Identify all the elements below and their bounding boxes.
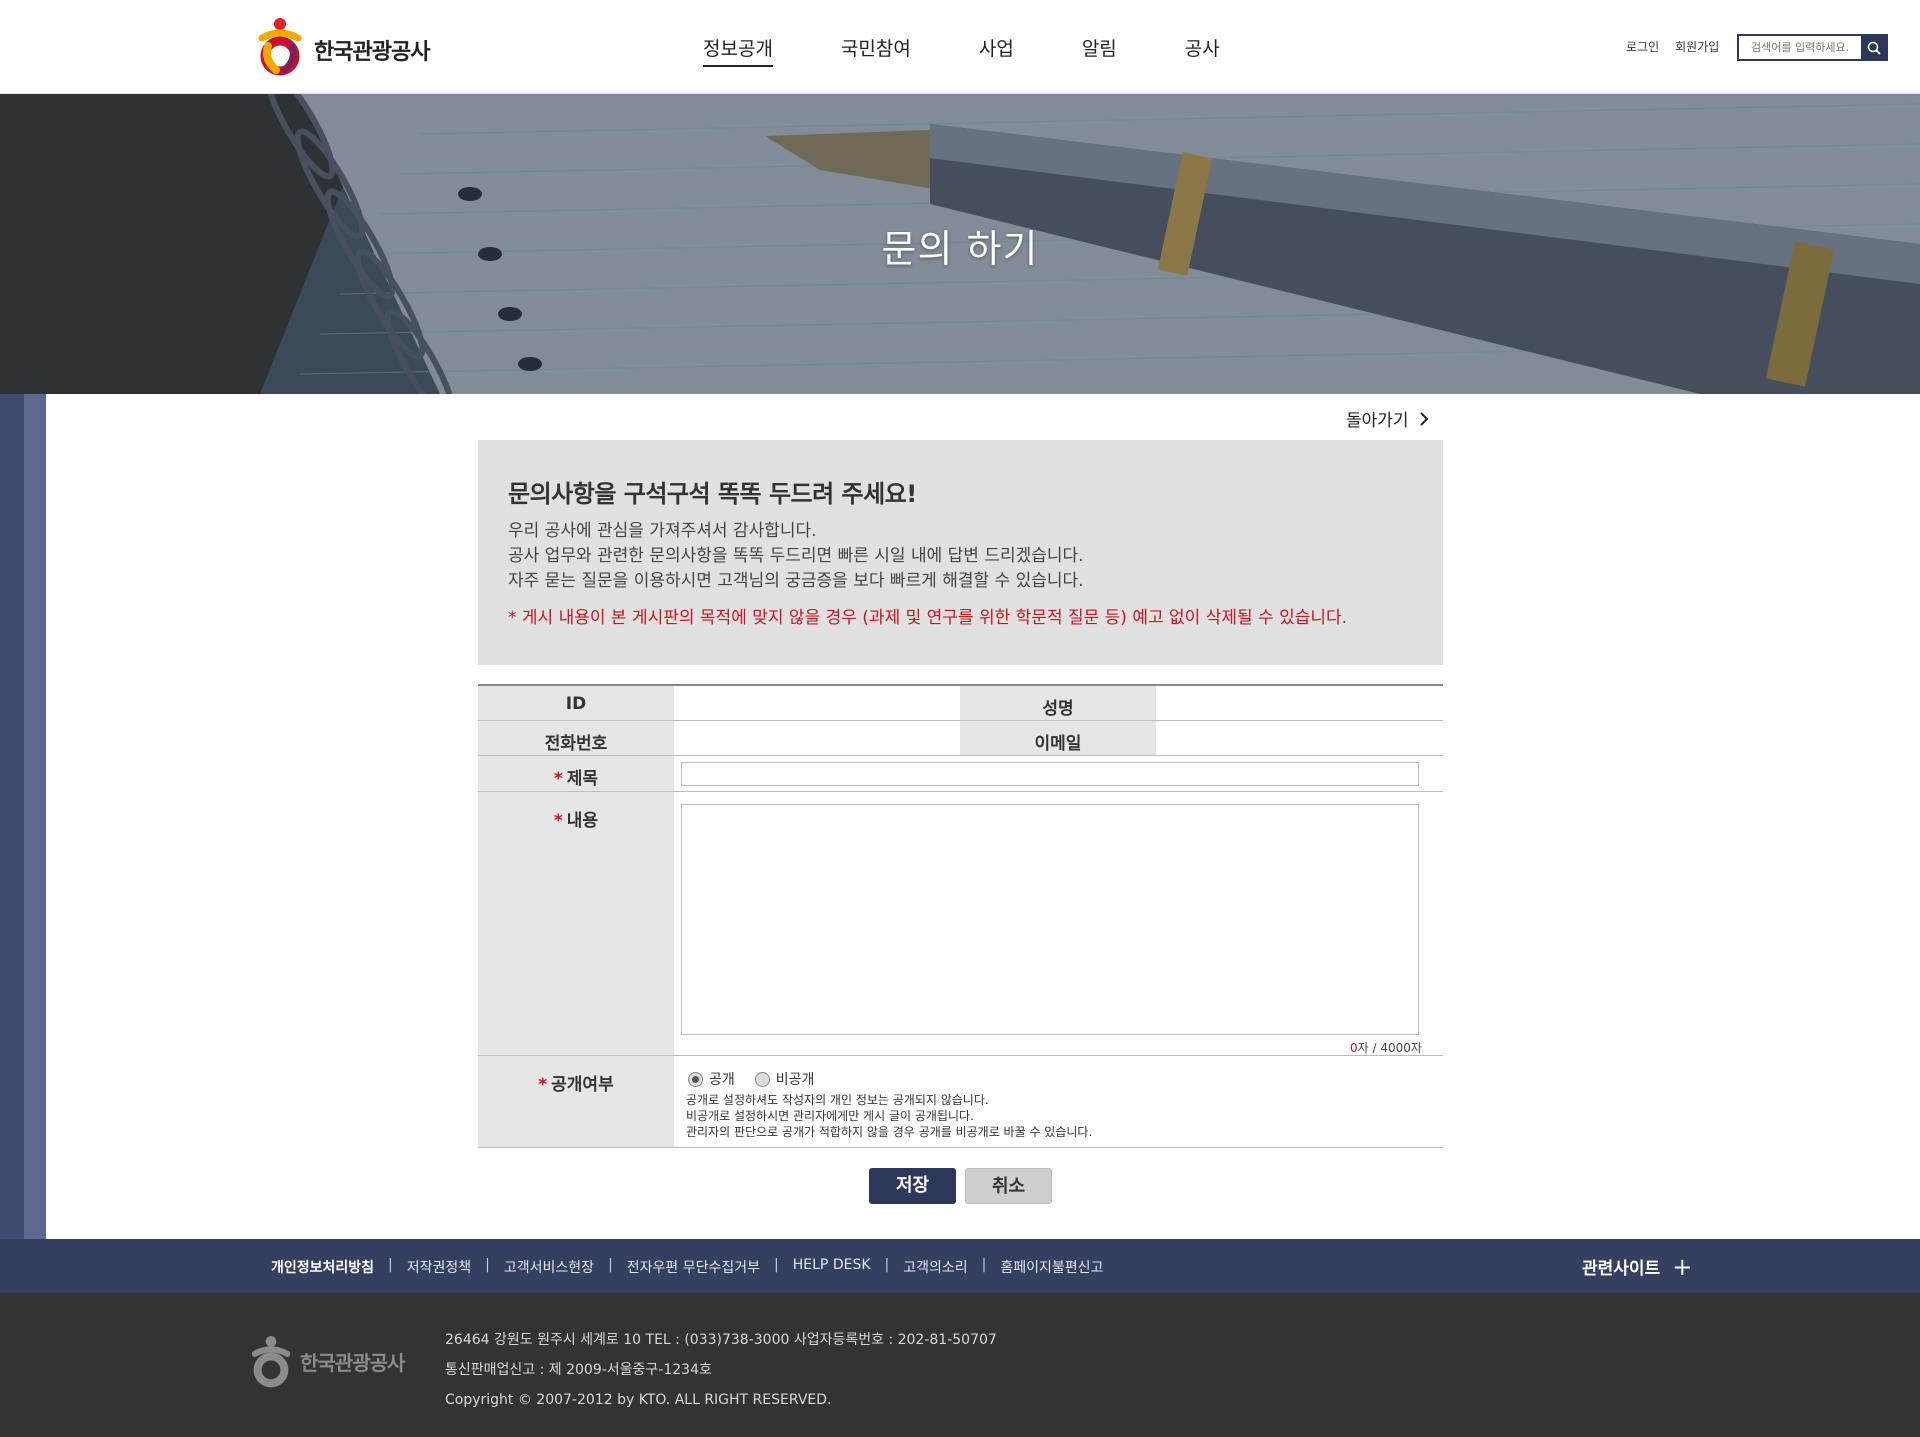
search-icon	[1867, 41, 1881, 55]
footer-links: 개인정보처리방침 | 저작권정책 | 고객서비스현장 | 전자우편 무단수집거부…	[271, 1257, 1103, 1277]
footer-copyright: Copyright © 2007-2012 by KTO. ALL RIGHT …	[445, 1392, 832, 1408]
footer-separator: |	[774, 1257, 779, 1273]
plus-icon: +	[1672, 1252, 1693, 1281]
nav-company[interactable]: 공사	[1185, 34, 1220, 67]
footer-link-email-refusal[interactable]: 전자우편 무단수집거부	[627, 1257, 760, 1277]
subject-input[interactable]	[681, 762, 1419, 786]
visibility-radios: 공개 비공개	[688, 1069, 814, 1089]
logo-text: 한국관광공사	[314, 40, 430, 65]
radio-public-label: 공개	[709, 1072, 735, 1088]
util-links: 로그인 회원가입	[1626, 38, 1735, 55]
char-count-max: 자 / 4000자	[1357, 1041, 1422, 1055]
intro-warning: * 게시 내용이 본 게시판의 목적에 맞지 않을 경우 (과제 및 연구를 위…	[508, 608, 1348, 628]
intro-line: 공사 업무와 관련한 문의사항을 똑똑 두드리면 빠른 시일 내에 답변 드리겠…	[508, 546, 1084, 566]
visibility-notes: 공개로 설정하셔도 작성자의 개인 정보는 공개되지 않습니다. 비공개로 설정…	[686, 1092, 1092, 1140]
footer-info: 한국관광공사 26464 강원도 원주시 세계로 10 TEL : (033)7…	[0, 1293, 1920, 1437]
kto-logo-gray-icon	[251, 1336, 291, 1388]
nav-participation[interactable]: 국민참여	[841, 34, 911, 67]
content-label-cell: * 내용	[478, 792, 674, 1055]
nav-business[interactable]: 사업	[979, 34, 1014, 67]
phone-value	[674, 721, 960, 755]
chevron-right-icon	[1419, 411, 1428, 426]
radio-private-label: 비공개	[775, 1072, 815, 1088]
nav-info-disclosure[interactable]: 정보공개	[703, 34, 773, 67]
subject-label-cell: * 제목	[478, 756, 674, 791]
email-value	[1156, 721, 1443, 755]
footer-address: 26464 강원도 원주시 세계로 10 TEL : (033)738-3000…	[445, 1332, 997, 1348]
footer-logo: 한국관광공사	[246, 1333, 405, 1389]
footer-link-service-charter[interactable]: 고객서비스현장	[504, 1257, 594, 1277]
footer-separator: |	[388, 1257, 393, 1273]
footer-separator: |	[485, 1257, 490, 1273]
form-row-contact: 전화번호 이메일	[478, 721, 1443, 756]
char-count-current: 0	[1350, 1041, 1358, 1055]
public-label: 공개여부	[551, 1075, 614, 1095]
footer-mail-order: 통신판매업신고 : 제 2009-서울중구-1234호	[445, 1362, 712, 1378]
left-side-bar-accent	[24, 394, 46, 1239]
related-sites-label: 관련사이트	[1582, 1259, 1661, 1279]
public-label-cell: * 공개여부	[478, 1056, 674, 1147]
footer-separator: |	[981, 1257, 987, 1273]
intro-line: 우리 공사에 관심을 가져주셔서 감사합니다.	[508, 521, 817, 541]
footer-logo-text: 한국관광공사	[300, 1350, 405, 1375]
footer-link-voice[interactable]: 고객의소리	[903, 1257, 967, 1277]
footer-link-privacy[interactable]: 개인정보처리방침	[271, 1257, 374, 1277]
main-nav: 정보공개 국민참여 사업 알림 공사	[703, 34, 1288, 67]
nav-notice[interactable]: 알림	[1082, 34, 1117, 67]
footer-link-report[interactable]: 홈페이지불편신고	[1000, 1257, 1103, 1277]
footer-link-helpdesk[interactable]: HELP DESK	[793, 1257, 871, 1277]
back-label: 돌아가기	[1346, 411, 1409, 431]
footer-address-block: 26464 강원도 원주시 세계로 10 TEL : (033)738-3000…	[445, 1325, 997, 1415]
required-mark: *	[553, 811, 563, 831]
footer-link-copyright[interactable]: 저작권정책	[407, 1257, 471, 1277]
note-line: 관리자의 판단으로 공개가 적합하지 않을 경우 공개를 비공개로 바꿀 수 있…	[686, 1125, 1093, 1139]
note-line: 공개로 설정하셔도 작성자의 개인 정보는 공개되지 않습니다.	[686, 1093, 989, 1107]
required-mark: *	[553, 769, 563, 789]
back-button[interactable]: 돌아가기	[1346, 406, 1431, 431]
footer-nav: 개인정보처리방침 | 저작권정책 | 고객서비스현장 | 전자우편 무단수집거부…	[0, 1239, 1920, 1293]
site-logo[interactable]: 한국관광공사	[252, 16, 430, 76]
search-button[interactable]	[1861, 36, 1886, 59]
required-mark: *	[538, 1075, 548, 1095]
site-header: 한국관광공사 정보공개 국민참여 사업 알림 공사 로그인 회원가입	[0, 0, 1920, 94]
footer-separator: |	[608, 1257, 613, 1273]
cancel-button[interactable]: 취소	[965, 1168, 1052, 1204]
signup-link[interactable]: 회원가입	[1675, 38, 1719, 55]
search-box	[1737, 34, 1888, 61]
note-line: 비공개로 설정하시면 관리자에게만 게시 글이 공개됩니다.	[686, 1109, 974, 1123]
hero-banner: 문의 하기	[0, 94, 1920, 394]
phone-label: 전화번호	[478, 721, 674, 755]
content-label: 내용	[566, 811, 599, 831]
form-row-id: ID 성명	[478, 686, 1443, 721]
email-label: 이메일	[960, 721, 1156, 755]
name-label: 성명	[960, 686, 1156, 720]
subject-label: 제목	[566, 769, 599, 789]
name-value	[1156, 686, 1443, 720]
search-input[interactable]	[1739, 36, 1861, 59]
radio-public[interactable]	[688, 1071, 703, 1087]
id-value	[674, 686, 960, 720]
intro-box: 문의사항을 구석구석 똑똑 두드려 주세요! 우리 공사에 관심을 가져주셔서 …	[478, 440, 1443, 665]
save-button[interactable]: 저장	[869, 1168, 956, 1204]
content-textarea[interactable]	[681, 804, 1419, 1035]
footer-separator: |	[884, 1257, 890, 1273]
intro-heading: 문의사항을 구석구석 똑똑 두드려 주세요!	[508, 480, 917, 508]
radio-private[interactable]	[754, 1071, 770, 1087]
id-label: ID	[478, 686, 674, 720]
intro-line: 자주 묻는 질문을 이용하시면 고객님의 궁금증을 보다 빠르게 해결할 수 있…	[508, 571, 1084, 591]
kto-logo-icon	[258, 18, 302, 76]
char-counter: 0자 / 4000자	[1350, 1039, 1422, 1056]
related-sites-button[interactable]: 관련사이트 +	[1582, 1252, 1693, 1281]
page-title: 문의 하기	[881, 227, 1039, 271]
login-link[interactable]: 로그인	[1626, 38, 1659, 55]
